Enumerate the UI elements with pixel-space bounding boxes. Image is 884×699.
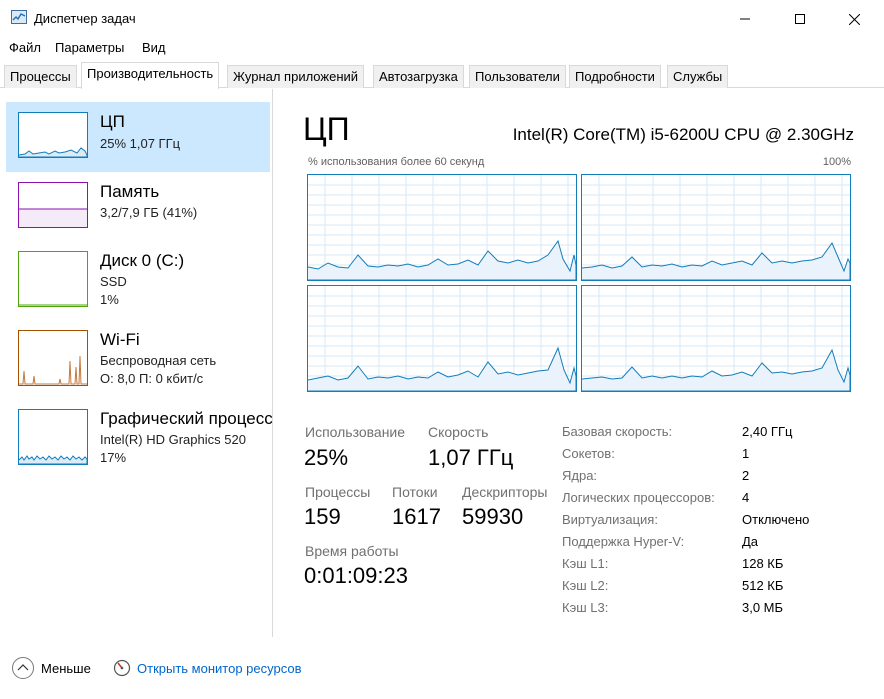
task-manager-icon <box>11 10 27 24</box>
spec-value: 128 КБ <box>742 556 784 571</box>
tab-app-history[interactable]: Журнал приложений <box>227 65 365 88</box>
speed-value: 1,07 ГГц <box>428 445 514 470</box>
sidebar-cpu-title: ЦП <box>100 112 125 131</box>
fewer-details-label[interactable]: Меньше <box>41 661 91 676</box>
page-title: ЦП <box>303 111 350 147</box>
sidebar-item-wifi[interactable]: Wi-Fi Беспроводная сеть О: 8,0 П: 0 кбит… <box>6 320 270 390</box>
spec-value: 2,40 ГГц <box>742 424 793 439</box>
window-title: Диспетчер задач <box>34 11 136 26</box>
cpu-detail-panel: ЦП Intel(R) Core(TM) i5-6200U CPU @ 2.30… <box>274 89 884 637</box>
tab-startup[interactable]: Автозагрузка <box>373 65 464 88</box>
cpu-core-graph <box>307 285 577 392</box>
sidebar-item-gpu[interactable]: Графический процессор 0 Intel(R) HD Grap… <box>6 399 273 469</box>
sidebar-item-memory[interactable]: Память 3,2/7,9 ГБ (41%) <box>6 172 270 242</box>
minimize-button[interactable] <box>722 0 768 38</box>
sidebar-disk-usage: 1% <box>100 292 119 307</box>
footer-bar: Меньше Открыть монитор ресурсов <box>0 650 884 690</box>
gpu-thumbnail-graph <box>18 409 88 465</box>
fewer-details-button[interactable] <box>12 657 34 679</box>
spec-label: Виртуализация: <box>562 512 658 527</box>
processes-value: 159 <box>304 504 341 529</box>
cpu-thumbnail-graph <box>18 112 88 158</box>
processes-label: Процессы <box>305 484 371 500</box>
usage-label: Использование <box>305 424 406 440</box>
resource-sidebar: ЦП 25% 1,07 ГГц Память 3,2/7,9 ГБ (41%) … <box>0 89 273 637</box>
spec-label: Логических процессоров: <box>562 490 715 505</box>
tab-strip: Процессы Производительность Журнал прило… <box>0 62 884 89</box>
menu-view[interactable]: Вид <box>142 40 166 55</box>
tab-users[interactable]: Пользователи <box>469 65 566 88</box>
spec-value: 512 КБ <box>742 578 784 593</box>
uptime-label: Время работы <box>305 543 399 559</box>
menu-file[interactable]: Файл <box>9 40 41 55</box>
graph-max-label: 100% <box>822 156 851 168</box>
menu-options[interactable]: Параметры <box>55 40 124 55</box>
sidebar-item-disk[interactable]: Диск 0 (C:) SSD 1% <box>6 241 270 311</box>
chevron-up-icon <box>17 664 29 671</box>
spec-label: Кэш L1: <box>562 556 609 571</box>
handles-label: Дескрипторы <box>462 484 548 500</box>
resource-monitor-icon <box>113 659 131 677</box>
spec-label: Поддержка Hyper-V: <box>562 534 685 549</box>
threads-label: Потоки <box>392 484 438 500</box>
maximize-icon <box>795 14 805 24</box>
close-icon <box>848 13 860 25</box>
sidebar-item-cpu[interactable]: ЦП 25% 1,07 ГГц <box>6 102 270 172</box>
sidebar-gpu-usage: 17% <box>100 450 127 465</box>
spec-value: 2 <box>742 468 750 483</box>
menu-bar: Файл Параметры Вид <box>0 38 884 58</box>
spec-value: 4 <box>742 490 750 505</box>
usage-value: 25% <box>304 445 349 470</box>
close-button[interactable] <box>831 0 877 38</box>
sidebar-gpu-title: Графический процессор 0 <box>100 409 273 428</box>
cpu-core-graph <box>581 285 851 392</box>
spec-label: Ядра: <box>562 468 598 483</box>
minimize-icon <box>740 18 750 20</box>
memory-thumbnail-graph <box>18 182 88 228</box>
spec-label: Кэш L2: <box>562 578 609 593</box>
wifi-thumbnail-graph <box>18 330 88 386</box>
sidebar-wifi-title: Wi-Fi <box>100 330 140 349</box>
sidebar-wifi-type: Беспроводная сеть <box>100 353 217 368</box>
sidebar-disk-type: SSD <box>100 274 127 289</box>
speed-label: Скорость <box>428 424 489 440</box>
cpu-core-graph <box>581 174 851 281</box>
graph-caption: % использования более 60 секунд <box>308 156 485 168</box>
open-resource-monitor-link[interactable]: Открыть монитор ресурсов <box>137 661 301 676</box>
spec-value: 1 <box>742 446 750 461</box>
uptime-value: 0:01:09:23 <box>304 563 408 588</box>
disk-thumbnail-graph <box>18 251 88 307</box>
cpu-core-graph <box>307 174 577 281</box>
sidebar-memory-title: Память <box>100 182 160 201</box>
sidebar-gpu-model: Intel(R) HD Graphics 520 <box>100 432 246 447</box>
spec-label: Базовая скорость: <box>562 424 673 439</box>
sidebar-memory-detail: 3,2/7,9 ГБ (41%) <box>100 205 198 220</box>
spec-value: Да <box>742 534 759 549</box>
cpu-model-name: Intel(R) Core(TM) i5-6200U CPU @ 2.30GHz <box>512 125 854 144</box>
tab-processes[interactable]: Процессы <box>4 65 77 88</box>
sidebar-cpu-detail: 25% 1,07 ГГц <box>100 136 181 151</box>
sidebar-disk-title: Диск 0 (C:) <box>100 251 185 270</box>
title-bar: Диспетчер задач <box>0 0 884 38</box>
spec-value: 3,0 МБ <box>742 600 784 615</box>
maximize-button[interactable] <box>777 0 823 38</box>
sidebar-wifi-throughput: О: 8,0 П: 0 кбит/с <box>100 371 204 386</box>
tab-performance[interactable]: Производительность <box>81 62 220 89</box>
spec-value: Отключено <box>742 512 810 527</box>
spec-label: Сокетов: <box>562 446 615 461</box>
spec-label: Кэш L3: <box>562 600 609 615</box>
handles-value: 59930 <box>462 504 524 529</box>
tab-services[interactable]: Службы <box>667 65 729 88</box>
tab-details[interactable]: Подробности <box>569 65 661 88</box>
threads-value: 1617 <box>392 504 441 529</box>
